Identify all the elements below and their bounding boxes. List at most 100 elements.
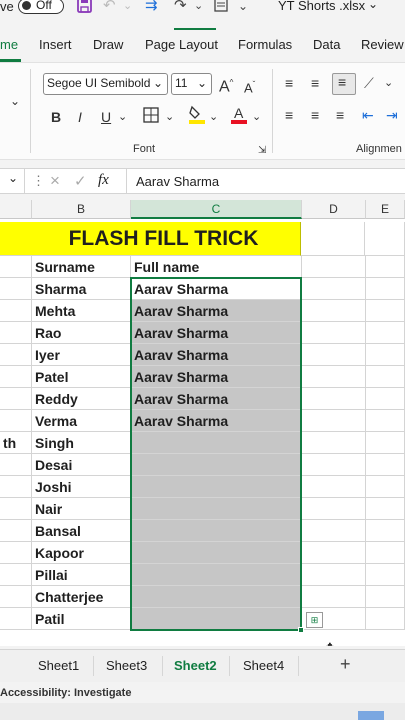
cell[interactable] — [366, 542, 405, 564]
header-full-name[interactable]: Full name — [131, 256, 302, 278]
name-cell[interactable] — [0, 476, 32, 498]
cell[interactable] — [302, 278, 366, 300]
tab-draw[interactable]: Draw — [93, 37, 123, 52]
column-header-c[interactable]: C — [131, 200, 302, 219]
cell[interactable] — [366, 322, 405, 344]
font-size-select[interactable]: 11 ⌄ — [171, 73, 212, 95]
cell[interactable] — [302, 344, 366, 366]
borders-icon[interactable] — [143, 107, 159, 126]
cell[interactable] — [366, 608, 405, 630]
surname-cell[interactable]: Joshi — [32, 476, 131, 498]
paste-dropdown-icon[interactable]: ⌄ — [10, 93, 20, 109]
surname-cell[interactable]: Kapoor — [32, 542, 131, 564]
cell[interactable] — [366, 278, 405, 300]
fill-color-dropdown-icon[interactable]: ⌄ — [209, 109, 218, 125]
name-cell[interactable] — [0, 586, 32, 608]
column-header-b[interactable]: B — [32, 200, 131, 219]
sheet-tab-sheet2[interactable]: Sheet2 — [174, 658, 217, 673]
name-cell[interactable] — [0, 322, 32, 344]
surname-cell[interactable]: Patel — [32, 366, 131, 388]
redo-icon[interactable]: ↷ — [174, 0, 187, 14]
orientation-icon[interactable]: ⟋ — [364, 75, 374, 91]
cell[interactable] — [366, 344, 405, 366]
cell[interactable] — [0, 256, 32, 278]
name-cell[interactable] — [0, 366, 32, 388]
cell[interactable] — [302, 498, 366, 520]
cell[interactable] — [366, 564, 405, 586]
name-cell[interactable] — [0, 388, 32, 410]
tab-insert[interactable]: Insert — [39, 37, 72, 52]
form-icon[interactable] — [214, 0, 228, 14]
surname-cell[interactable]: Iyer — [32, 344, 131, 366]
undo-icon[interactable]: ↶ — [103, 0, 116, 14]
underline-dropdown-icon[interactable]: ⌄ — [118, 109, 127, 125]
cell[interactable] — [302, 520, 366, 542]
cell[interactable] — [302, 388, 366, 410]
insert-function-button[interactable]: fx — [98, 172, 109, 189]
sheet-tab-sheet4[interactable]: Sheet4 — [243, 658, 284, 673]
name-cell[interactable] — [0, 300, 32, 322]
cell[interactable] — [366, 454, 405, 476]
align-left-icon[interactable]: ≡ — [285, 107, 293, 123]
cell[interactable] — [366, 476, 405, 498]
tab-formulas[interactable]: Formulas — [238, 37, 292, 52]
cell[interactable] — [365, 222, 405, 256]
cell[interactable] — [302, 300, 366, 322]
decrease-indent-icon[interactable]: ⇤ — [362, 107, 374, 123]
banner-cell[interactable]: FLASH FILL TRICK — [0, 222, 301, 256]
cell[interactable] — [302, 256, 366, 278]
worksheet-grid[interactable]: B C D E FLASH FILL TRICK Surname Full na… — [0, 200, 405, 646]
name-cell[interactable] — [0, 410, 32, 432]
cell[interactable] — [366, 388, 405, 410]
sheet-tab-sheet1[interactable]: Sheet1 — [38, 658, 79, 673]
surname-cell[interactable]: Pillai — [32, 564, 131, 586]
enter-button[interactable]: ✓ — [74, 172, 87, 190]
name-cell[interactable] — [0, 344, 32, 366]
undo-dropdown-icon[interactable]: ⌄ — [123, 0, 132, 14]
align-right-icon[interactable]: ≡ — [336, 107, 344, 123]
cell[interactable] — [366, 586, 405, 608]
column-header-e[interactable]: E — [366, 200, 405, 219]
autosave-toggle[interactable]: Off — [18, 0, 64, 14]
surname-cell[interactable]: Rao — [32, 322, 131, 344]
more-options-icon[interactable]: ⋮ — [32, 173, 45, 189]
cell[interactable] — [302, 476, 366, 498]
cell[interactable] — [301, 222, 365, 256]
font-color-dropdown-icon[interactable]: ⌄ — [252, 109, 261, 125]
tab-home[interactable]: me — [0, 37, 18, 52]
cell[interactable] — [302, 432, 366, 454]
name-cell[interactable] — [0, 608, 32, 630]
surname-cell[interactable]: Bansal — [32, 520, 131, 542]
save-icon[interactable] — [77, 0, 92, 14]
cell[interactable] — [302, 586, 366, 608]
bold-button[interactable]: B — [51, 109, 61, 125]
fill-handle[interactable] — [298, 627, 304, 633]
align-bottom-icon[interactable]: ≡ — [332, 73, 356, 95]
name-box[interactable]: ⌄ — [0, 169, 25, 193]
surname-cell[interactable]: Desai — [32, 454, 131, 476]
font-dialog-launcher-icon[interactable]: ⇲ — [258, 143, 266, 159]
tab-review[interactable]: Review — [361, 37, 404, 52]
name-cell[interactable] — [0, 498, 32, 520]
cell[interactable] — [302, 322, 366, 344]
cell[interactable] — [366, 410, 405, 432]
surname-cell[interactable]: Singh — [32, 432, 131, 454]
name-cell[interactable]: th — [0, 432, 32, 454]
sort-filter-icon[interactable]: ⇉ — [145, 0, 158, 14]
cancel-button[interactable]: × — [50, 171, 60, 191]
cell[interactable] — [366, 432, 405, 454]
accessibility-status[interactable]: Accessibility: Investigate — [0, 683, 131, 703]
customize-qa-icon[interactable]: ⌄ — [238, 0, 248, 14]
surname-cell[interactable]: Verma — [32, 410, 131, 432]
surname-cell[interactable]: Chatterjee — [32, 586, 131, 608]
surname-cell[interactable]: Nair — [32, 498, 131, 520]
italic-button[interactable]: I — [78, 109, 82, 125]
redo-dropdown-icon[interactable]: ⌄ — [194, 0, 203, 14]
header-surname[interactable]: Surname — [32, 256, 131, 278]
title-chevron-icon[interactable]: ⌄ — [368, 0, 378, 11]
name-cell[interactable] — [0, 542, 32, 564]
surname-cell[interactable]: Reddy — [32, 388, 131, 410]
surname-cell[interactable]: Sharma — [32, 278, 131, 300]
name-cell[interactable] — [0, 564, 32, 586]
borders-dropdown-icon[interactable]: ⌄ — [165, 109, 174, 125]
